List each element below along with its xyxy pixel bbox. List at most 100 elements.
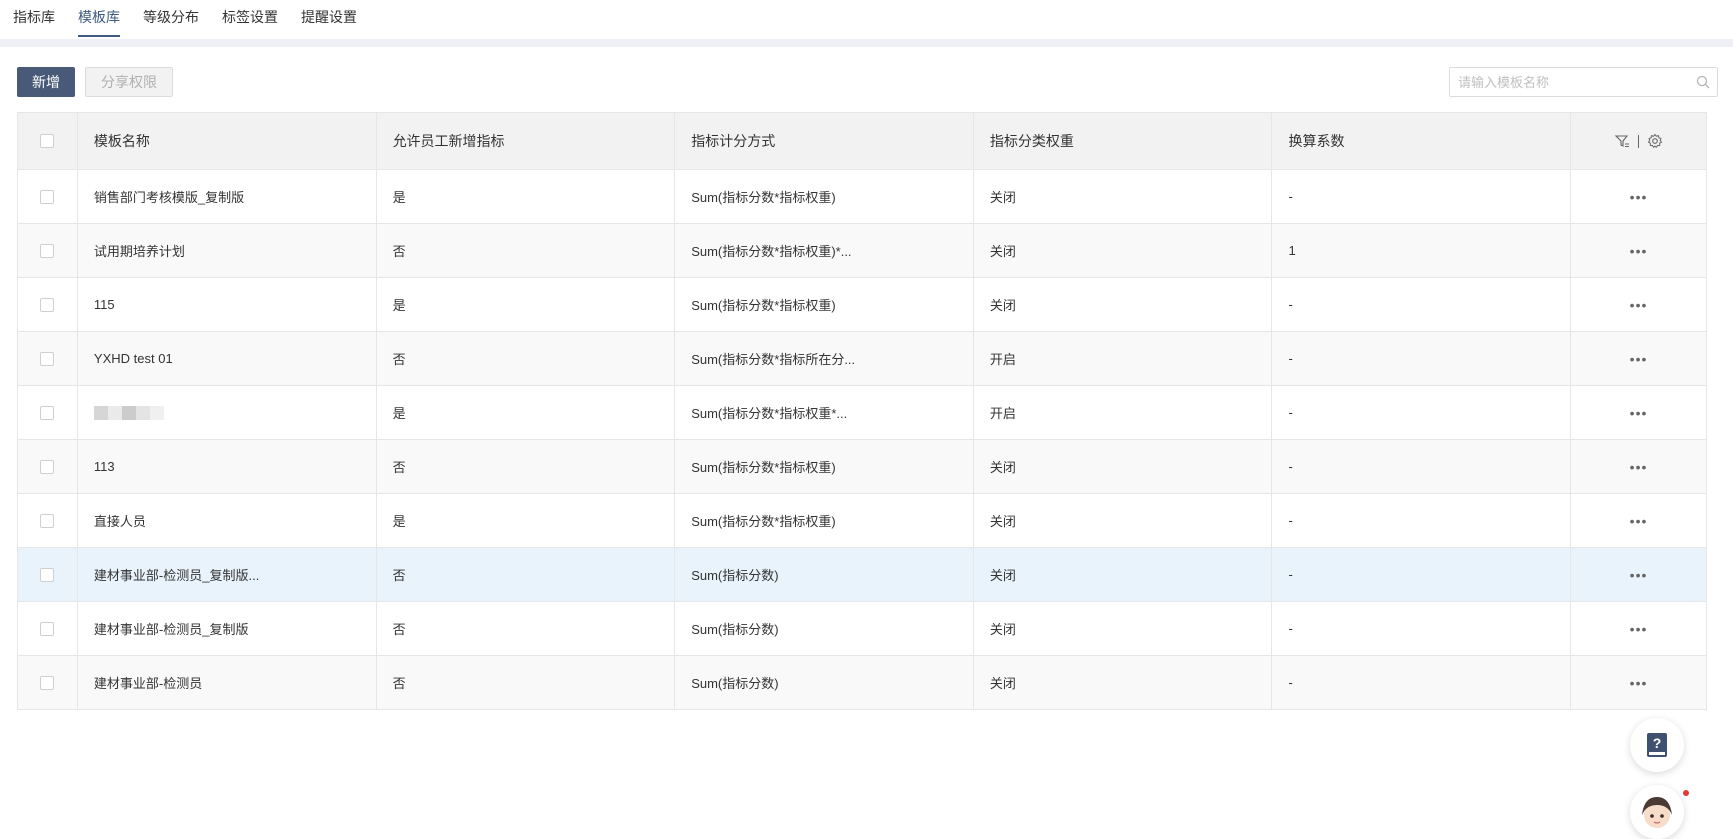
table-header: 模板名称 允许员工新增指标 指标计分方式 指标分类权重 换算系数: [18, 113, 1706, 170]
cell-category-weight: 关闭: [974, 602, 1273, 655]
tab-reminder-settings[interactable]: 提醒设置: [301, 0, 357, 37]
share-permission-button[interactable]: 分享权限: [85, 67, 173, 97]
top-tabs: 指标库 模板库 等级分布 标签设置 提醒设置: [0, 0, 1733, 39]
header-template-name: 模板名称: [78, 113, 377, 169]
cell-conversion-coef: -: [1272, 386, 1572, 439]
cell-allow-add: 否: [377, 332, 676, 385]
row-checkbox[interactable]: [40, 513, 55, 528]
tab-grade-distribution[interactable]: 等级分布: [143, 0, 199, 37]
table-row[interactable]: 销售部门考核模版_复制版 是 Sum(指标分数*指标权重) 关闭 - •••: [18, 170, 1706, 224]
cell-allow-add: 否: [377, 602, 676, 655]
cell-category-weight: 关闭: [974, 494, 1273, 547]
cell-category-weight: 关闭: [974, 278, 1273, 331]
more-actions-icon[interactable]: •••: [1630, 189, 1648, 205]
search-icon[interactable]: [1696, 75, 1710, 89]
cell-conversion-coef: -: [1272, 548, 1572, 601]
cell-conversion-coef: -: [1272, 602, 1572, 655]
tab-indicator-library[interactable]: 指标库: [13, 0, 55, 37]
cell-scoring-method: Sum(指标分数*指标权重): [675, 440, 974, 493]
row-checkbox[interactable]: [40, 675, 55, 690]
more-actions-icon[interactable]: •••: [1630, 513, 1648, 529]
divider-band: [0, 39, 1733, 47]
cell-conversion-coef: -: [1272, 494, 1572, 547]
help-button[interactable]: ?: [1630, 718, 1684, 772]
header-allow-add: 允许员工新增指标: [377, 113, 676, 169]
cell-category-weight: 关闭: [974, 224, 1273, 277]
row-checkbox[interactable]: [40, 189, 55, 204]
cell-scoring-method: Sum(指标分数*指标权重): [675, 494, 974, 547]
cell-allow-add: 否: [377, 224, 676, 277]
cell-scoring-method: Sum(指标分数*指标权重)*...: [675, 224, 974, 277]
cell-scoring-method: Sum(指标分数*指标权重*...: [675, 386, 974, 439]
cell-category-weight: 关闭: [974, 440, 1273, 493]
table-row[interactable]: 是 Sum(指标分数*指标权重*... 开启 - •••: [18, 386, 1706, 440]
more-actions-icon[interactable]: •••: [1630, 405, 1648, 421]
cell-category-weight: 开启: [974, 386, 1273, 439]
cell-category-weight: 关闭: [974, 656, 1273, 709]
table-row[interactable]: 115 是 Sum(指标分数*指标权重) 关闭 - •••: [18, 278, 1706, 332]
cell-template-name-redacted: [78, 386, 377, 439]
cell-scoring-method: Sum(指标分数): [675, 656, 974, 709]
header-scoring-method: 指标计分方式: [675, 113, 974, 169]
cell-conversion-coef: -: [1272, 332, 1572, 385]
row-checkbox[interactable]: [40, 351, 55, 366]
cell-conversion-coef: -: [1272, 440, 1572, 493]
separator: [1638, 134, 1640, 148]
tab-tag-settings[interactable]: 标签设置: [222, 0, 278, 37]
cell-allow-add: 是: [377, 386, 676, 439]
more-actions-icon[interactable]: •••: [1630, 351, 1648, 367]
row-checkbox[interactable]: [40, 243, 55, 258]
cell-template-name: 115: [78, 278, 377, 331]
cell-scoring-method: Sum(指标分数*指标所在分...: [675, 332, 974, 385]
cell-template-name: 建材事业部-检测员: [78, 656, 377, 709]
cell-template-name: 销售部门考核模版_复制版: [78, 170, 377, 223]
search-input[interactable]: [1458, 68, 1688, 96]
table-row[interactable]: 直接人员 是 Sum(指标分数*指标权重) 关闭 - •••: [18, 494, 1706, 548]
cell-conversion-coef: -: [1272, 656, 1572, 709]
cell-scoring-method: Sum(指标分数): [675, 548, 974, 601]
cell-conversion-coef: 1: [1272, 224, 1572, 277]
filter-icon[interactable]: [1614, 133, 1630, 149]
more-actions-icon[interactable]: •••: [1630, 297, 1648, 313]
cell-scoring-method: Sum(指标分数*指标权重): [675, 170, 974, 223]
cell-allow-add: 是: [377, 278, 676, 331]
cell-allow-add: 否: [377, 548, 676, 601]
more-actions-icon[interactable]: •••: [1630, 459, 1648, 475]
tab-template-library[interactable]: 模板库: [78, 0, 120, 37]
cell-allow-add: 否: [377, 656, 676, 709]
row-checkbox[interactable]: [40, 405, 55, 420]
more-actions-icon[interactable]: •••: [1630, 675, 1648, 691]
cell-category-weight: 关闭: [974, 170, 1273, 223]
cell-template-name: 直接人员: [78, 494, 377, 547]
row-checkbox[interactable]: [40, 567, 55, 582]
table-row[interactable]: 建材事业部-检测员 否 Sum(指标分数) 关闭 - •••: [18, 656, 1706, 710]
table-row[interactable]: YXHD test 01 否 Sum(指标分数*指标所在分... 开启 - ••…: [18, 332, 1706, 386]
cell-conversion-coef: -: [1272, 170, 1572, 223]
cell-category-weight: 开启: [974, 332, 1273, 385]
assistant-face-icon: [1642, 797, 1672, 828]
table-row[interactable]: 113 否 Sum(指标分数*指标权重) 关闭 - •••: [18, 440, 1706, 494]
more-actions-icon[interactable]: •••: [1630, 621, 1648, 637]
select-all-checkbox[interactable]: [40, 134, 55, 148]
row-checkbox[interactable]: [40, 297, 55, 312]
table-row[interactable]: 试用期培养计划 否 Sum(指标分数*指标权重)*... 关闭 1 •••: [18, 224, 1706, 278]
assistant-avatar[interactable]: [1630, 785, 1684, 839]
cell-scoring-method: Sum(指标分数): [675, 602, 974, 655]
row-checkbox[interactable]: [40, 621, 55, 636]
svg-text:?: ?: [1653, 735, 1662, 751]
cell-allow-add: 否: [377, 440, 676, 493]
row-checkbox[interactable]: [40, 459, 55, 474]
notification-dot: [1683, 790, 1689, 796]
help-book-icon: ?: [1647, 733, 1667, 757]
cell-category-weight: 关闭: [974, 548, 1273, 601]
table-row-hovered[interactable]: 建材事业部-检测员_复制版... 否 Sum(指标分数) 关闭 - •••: [18, 548, 1706, 602]
more-actions-icon[interactable]: •••: [1630, 243, 1648, 259]
table-row[interactable]: 建材事业部-检测员_复制版 否 Sum(指标分数) 关闭 - •••: [18, 602, 1706, 656]
gear-icon[interactable]: [1647, 133, 1663, 149]
cell-template-name: 建材事业部-检测员_复制版: [78, 602, 377, 655]
template-table: 模板名称 允许员工新增指标 指标计分方式 指标分类权重 换算系数 销售部门考核模…: [17, 112, 1707, 710]
more-actions-icon[interactable]: •••: [1630, 567, 1648, 583]
cell-template-name: 113: [78, 440, 377, 493]
add-button[interactable]: 新增: [17, 67, 75, 97]
cell-allow-add: 是: [377, 170, 676, 223]
